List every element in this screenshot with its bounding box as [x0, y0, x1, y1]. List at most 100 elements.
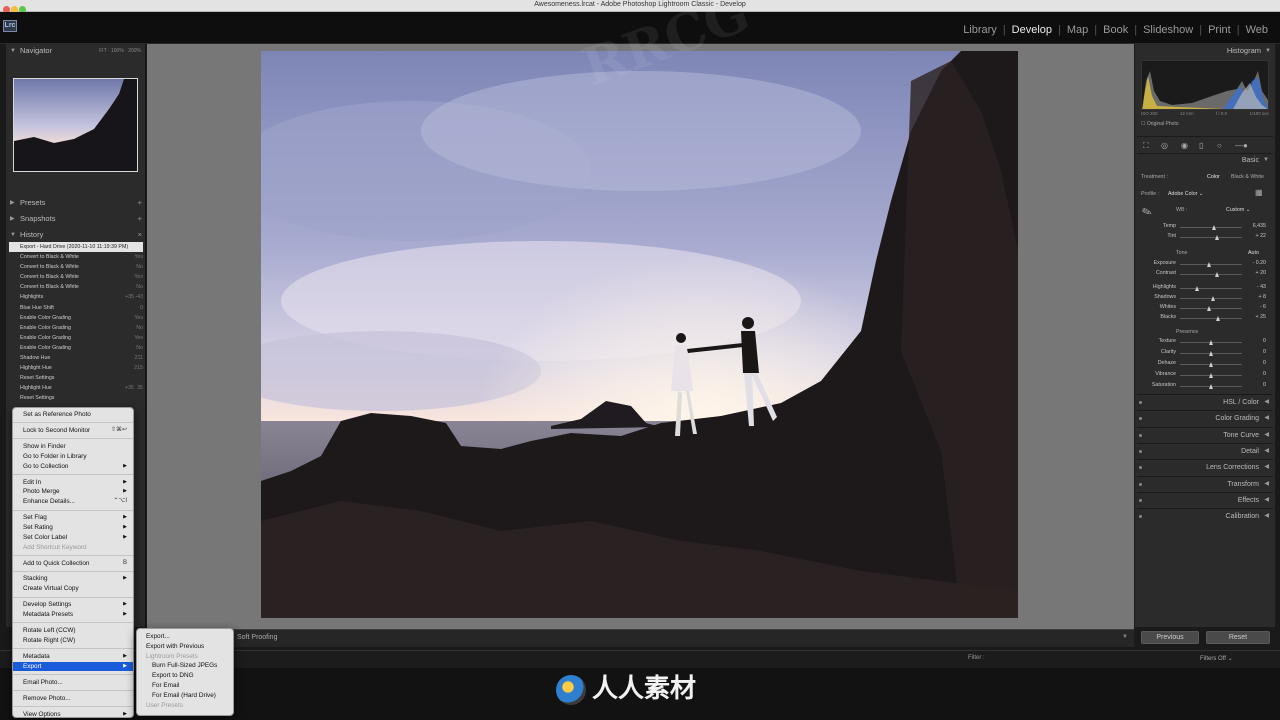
add-snapshot-icon[interactable]: +: [138, 212, 142, 226]
panel-switch-icon[interactable]: [1139, 401, 1142, 404]
slider-contrast[interactable]: Contrast + 20: [1140, 270, 1270, 280]
navigator-zoom[interactable]: FIT · 100% · 200%: [99, 44, 141, 58]
history-item[interactable]: Convert to Black & White Yes: [6, 252, 146, 262]
history-item[interactable]: Enable Color Grading Yes: [6, 313, 146, 323]
menu-item-photo-merge[interactable]: Photo Merge ▶: [13, 487, 133, 497]
slider-handle[interactable]: [1215, 315, 1220, 321]
toolbar-menu-icon[interactable]: ▼: [1122, 634, 1128, 640]
menu-item-export[interactable]: Export ▶: [13, 661, 133, 672]
slider-tint[interactable]: Tint + 22: [1140, 233, 1270, 243]
slider-handle[interactable]: [1208, 372, 1213, 378]
menu-item-edit-in[interactable]: Edit In ▶: [13, 478, 133, 488]
wb-select[interactable]: Custom ⌄: [1226, 207, 1250, 213]
menu-item-add-to-quick-collection[interactable]: Add to Quick Collection B: [13, 559, 133, 569]
filters-off-select[interactable]: Filters Off ⌄: [1200, 655, 1233, 662]
history-item[interactable]: Enable Color Grading No: [6, 343, 146, 353]
submenu-item-export-to-dng[interactable]: Export to DNG: [137, 671, 233, 681]
slider-handle[interactable]: [1208, 339, 1213, 345]
section-lens-corrections[interactable]: Lens Corrections ◀: [1137, 459, 1273, 475]
brush-icon[interactable]: —●: [1235, 141, 1248, 150]
submenu-item-export-with-previous[interactable]: Export with Previous: [137, 642, 233, 652]
panel-switch-icon[interactable]: [1139, 449, 1142, 453]
slider-saturation[interactable]: Saturation 0: [1140, 382, 1270, 392]
panel-switch-icon[interactable]: [1139, 433, 1142, 437]
panel-switch-icon[interactable]: [1139, 466, 1142, 470]
history-item[interactable]: Highlight Hue +35 35: [6, 383, 146, 393]
module-slideshow[interactable]: Slideshow: [1143, 24, 1193, 36]
menu-item-go-to-collection[interactable]: Go to Collection ▶: [13, 462, 133, 472]
red-eye-icon[interactable]: ◉: [1181, 141, 1188, 150]
slider-track[interactable]: [1180, 383, 1242, 389]
slider-track[interactable]: [1180, 361, 1242, 367]
panel-switch-icon[interactable]: [1139, 417, 1142, 421]
panel-switch-icon[interactable]: [1139, 482, 1142, 486]
slider-value[interactable]: 0: [1263, 338, 1266, 344]
slider-shadows[interactable]: Shadows + 8: [1140, 294, 1270, 304]
slider-highlights[interactable]: Highlights - 43: [1140, 284, 1270, 294]
menu-item-email-photo[interactable]: Email Photo...: [13, 678, 133, 688]
menu-item-stacking[interactable]: Stacking ▶: [13, 574, 133, 584]
slider-value[interactable]: + 20: [1256, 270, 1266, 276]
slider-value[interactable]: 0: [1263, 371, 1266, 377]
clear-history-icon[interactable]: ×: [138, 228, 142, 242]
slider-handle[interactable]: [1211, 224, 1216, 230]
main-photo[interactable]: [261, 51, 1018, 618]
history-item[interactable]: Convert to Black & White No: [6, 262, 146, 272]
snapshots-header[interactable]: ▶ Snapshots +: [6, 212, 146, 226]
slider-track[interactable]: [1180, 305, 1242, 311]
slider-track[interactable]: [1180, 350, 1242, 356]
slider-whites[interactable]: Whites - 6: [1140, 304, 1270, 314]
histogram-header[interactable]: Histogram ▼: [1135, 44, 1275, 58]
menu-item-create-virtual-copy[interactable]: Create Virtual Copy: [13, 584, 133, 594]
slider-handle[interactable]: [1208, 350, 1213, 356]
menu-item-rotate-left-ccw[interactable]: Rotate Left (CCW): [13, 626, 133, 636]
navigator-thumbnail[interactable]: [13, 78, 138, 172]
treatment-color-option[interactable]: Color: [1207, 174, 1220, 180]
slider-handle[interactable]: [1214, 234, 1219, 240]
reset-button[interactable]: Reset: [1206, 631, 1270, 644]
slider-handle[interactable]: [1210, 295, 1215, 301]
slider-track[interactable]: [1180, 271, 1242, 277]
menu-item-rotate-right-cw[interactable]: Rotate Right (CW): [13, 636, 133, 646]
history-item[interactable]: Highlight Hue 215: [6, 363, 146, 373]
history-item[interactable]: Reset Settings: [6, 373, 146, 383]
slider-handle[interactable]: [1208, 383, 1213, 389]
basic-header[interactable]: Basic ▼: [1137, 157, 1273, 164]
section-effects[interactable]: Effects ◀: [1137, 491, 1273, 508]
module-library[interactable]: Library: [963, 24, 997, 36]
treatment-bw-option[interactable]: Black & White: [1231, 174, 1264, 180]
menu-item-set-color-label[interactable]: Set Color Label ▶: [13, 533, 133, 543]
slider-value[interactable]: - 6: [1260, 304, 1266, 310]
slider-value[interactable]: 0: [1263, 349, 1266, 355]
section-transform[interactable]: Transform ◀: [1137, 475, 1273, 492]
history-item[interactable]: Reset Settings: [6, 393, 146, 403]
history-item[interactable]: Convert to Black & White Yes: [6, 272, 146, 282]
slider-value[interactable]: 0: [1263, 382, 1266, 388]
panel-switch-icon[interactable]: [1139, 498, 1142, 502]
menu-item-set-rating[interactable]: Set Rating ▶: [13, 523, 133, 533]
menu-item-enhance-details[interactable]: Enhance Details... ⌃⌥I: [13, 497, 133, 507]
slider-track[interactable]: [1180, 261, 1242, 267]
module-book[interactable]: Book: [1103, 24, 1128, 36]
menu-item-develop-settings[interactable]: Develop Settings ▶: [13, 600, 133, 610]
slider-track[interactable]: [1180, 285, 1242, 291]
slider-track[interactable]: [1180, 295, 1242, 301]
slider-texture[interactable]: Texture 0: [1140, 338, 1270, 348]
menu-item-remove-photo[interactable]: Remove Photo...: [13, 694, 133, 704]
slider-track[interactable]: [1180, 224, 1242, 230]
section-tone-curve[interactable]: Tone Curve ◀: [1137, 426, 1273, 443]
slider-vibrance[interactable]: Vibrance 0: [1140, 371, 1270, 381]
slider-temp[interactable]: Temp 6,435: [1140, 223, 1270, 233]
menu-item-show-in-finder[interactable]: Show in Finder: [13, 442, 133, 452]
menu-item-metadata-presets[interactable]: Metadata Presets ▶: [13, 610, 133, 620]
slider-handle[interactable]: [1206, 305, 1211, 311]
slider-track[interactable]: [1180, 372, 1242, 378]
history-item[interactable]: Blue Hue Shift 0: [6, 303, 146, 313]
slider-value[interactable]: 6,435: [1253, 223, 1266, 229]
menu-item-go-to-folder-in-library[interactable]: Go to Folder in Library: [13, 452, 133, 462]
slider-dehaze[interactable]: Dehaze 0: [1140, 360, 1270, 370]
module-map[interactable]: Map: [1067, 24, 1088, 36]
history-item[interactable]: Convert to Black & White No: [6, 282, 146, 292]
menu-item-metadata[interactable]: Metadata ▶: [13, 652, 133, 662]
radial-filter-icon[interactable]: ○: [1217, 141, 1222, 150]
